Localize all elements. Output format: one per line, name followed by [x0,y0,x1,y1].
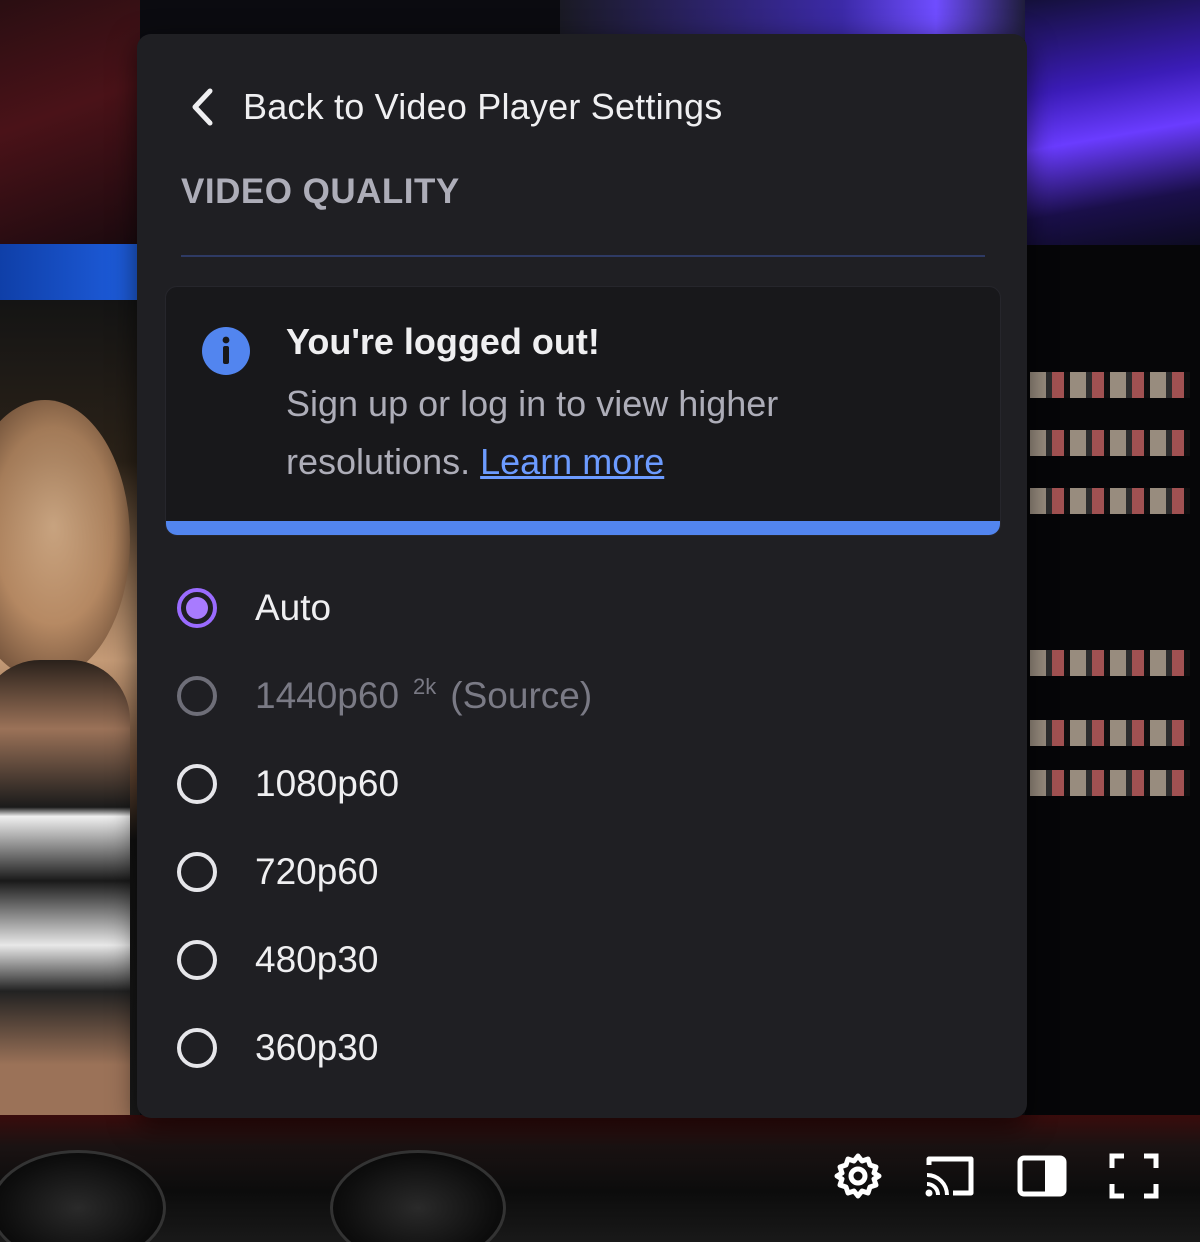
player-controls [830,1150,1162,1206]
back-button-label: Back to Video Player Settings [243,86,723,127]
quality-option: 1440p60 2k (Source) [177,652,977,740]
divider [181,255,985,257]
notice-body: Sign up or log in to view higher resolut… [286,375,926,491]
video-bg-region [0,0,140,245]
quality-name: Auto [255,587,332,628]
quality-name: 480p30 [255,939,379,980]
video-bg-region [1030,770,1190,796]
video-quality-menu: Back to Video Player Settings VIDEO QUAL… [137,34,1027,1118]
quality-name: 720p60 [255,851,379,892]
learn-more-link[interactable]: Learn more [480,441,664,482]
video-bg-region [1030,488,1190,514]
radio-selected[interactable] [177,588,217,628]
logged-out-notice: You're logged out! Sign up or log in to … [165,286,1001,536]
notice-accent-bar [166,521,1000,535]
section-title: VIDEO QUALITY [181,172,460,211]
fullscreen-icon [1109,1153,1159,1204]
quality-suffix: (Source) [450,675,593,716]
video-bg-region [1030,650,1190,676]
quality-option[interactable]: 1080p60 [177,740,977,828]
chevron-left-icon [189,87,215,127]
gear-icon [832,1150,884,1207]
quality-option[interactable]: 480p30 [177,916,977,1004]
quality-label: 360p30 [255,1027,378,1069]
radio-unselected[interactable] [177,940,217,980]
quality-name: 1080p60 [255,763,400,804]
video-bg-region [0,244,140,300]
quality-label: Auto [255,587,331,629]
theatre-mode-button[interactable] [1014,1150,1070,1206]
radio-unselected[interactable] [177,1028,217,1068]
quality-option[interactable]: 360p30 [177,1004,977,1092]
quality-option[interactable]: 720p60 [177,828,977,916]
cast-button[interactable] [922,1150,978,1206]
video-bg-region [1025,0,1200,245]
radio-unselected [177,676,217,716]
quality-label: 720p60 [255,851,378,893]
quality-label: 480p30 [255,939,378,981]
quality-label: 1440p60 2k (Source) [255,674,593,717]
quality-badge: 2k [413,674,437,699]
radio-unselected[interactable] [177,764,217,804]
quality-name: 1440p60 [255,675,400,716]
settings-button[interactable] [830,1150,886,1206]
quality-label: 1080p60 [255,763,399,805]
fullscreen-button[interactable] [1106,1150,1162,1206]
cast-icon [923,1153,977,1204]
quality-options: Auto 1440p60 2k (Source) 1080p60 720p60 480p30… [177,564,977,1092]
theatre-mode-icon [1017,1155,1067,1202]
radio-unselected[interactable] [177,852,217,892]
back-to-settings-button[interactable]: Back to Video Player Settings [189,78,722,136]
notice-title: You're logged out! [286,321,600,362]
video-bg-region [1030,430,1190,456]
video-bg-region [0,660,130,1120]
video-bg-region [1030,372,1190,398]
video-bg-region [1030,720,1190,746]
quality-option[interactable]: Auto [177,564,977,652]
info-icon [202,327,250,375]
quality-name: 360p30 [255,1027,379,1068]
